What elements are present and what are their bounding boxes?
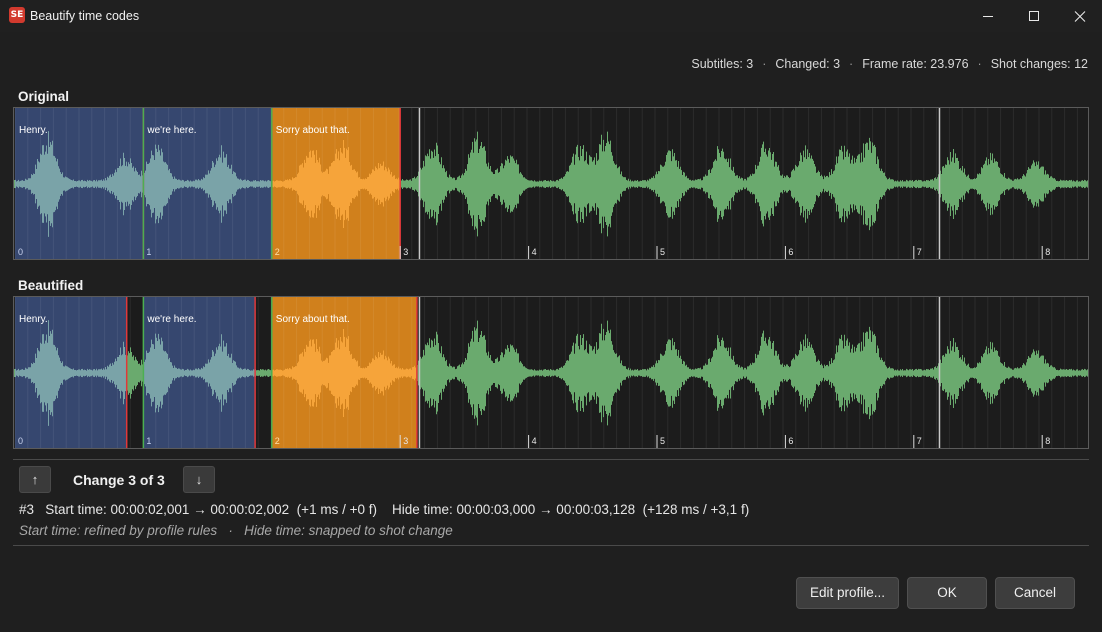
subtitle-index: 0 — [18, 436, 23, 446]
second-label: 7 — [917, 247, 922, 257]
second-label: 4 — [532, 247, 537, 257]
subtitle-text: Sorry about that. — [276, 314, 350, 325]
edit-profile-button[interactable]: Edit profile... — [796, 577, 899, 609]
change-counter: Change 3 of 3 — [73, 472, 165, 488]
subtitle-index: 2 — [275, 247, 280, 257]
second-label: 3 — [403, 436, 408, 446]
second-label: 8 — [1045, 436, 1050, 446]
minimize-button[interactable] — [964, 0, 1010, 32]
close-button[interactable] — [1056, 0, 1102, 32]
beautified-waveform[interactable]: Henry. 0 we're here. 1 Sorry about that. 2 3 4 5… — [13, 296, 1089, 449]
subtitle-index: 1 — [146, 247, 151, 257]
second-label: 7 — [917, 436, 922, 446]
cancel-button[interactable]: Cancel — [995, 577, 1075, 609]
maximize-icon — [1029, 11, 1039, 21]
subtitle-text: we're here. — [146, 314, 196, 325]
changed-count: Changed: 3 — [775, 57, 841, 71]
subtitle-index: 0 — [18, 247, 23, 257]
second-label: 6 — [788, 436, 793, 446]
second-label: 3 — [403, 247, 408, 257]
subtitle-text: Henry. — [19, 314, 48, 325]
next-change-button[interactable]: ↓ — [183, 466, 215, 493]
second-label: 6 — [788, 247, 793, 257]
subtitle-edit-icon: SE — [9, 7, 25, 23]
subtitle-text: Henry. — [19, 125, 48, 136]
second-label: 5 — [660, 436, 665, 446]
second-label: 8 — [1045, 247, 1050, 257]
beautified-waveform-canvas: Henry. 0 we're here. 1 Sorry about that. 2 3 4 5… — [14, 297, 1088, 448]
beautified-label: Beautified — [18, 278, 84, 293]
original-label: Original — [18, 89, 70, 104]
second-label: 4 — [532, 436, 537, 446]
subtitle-index: 2 — [275, 436, 280, 446]
divider — [13, 459, 1089, 460]
title-bar: SE Beautify time codes — [0, 0, 1102, 32]
change-note: Start time: refined by profile rules · H… — [19, 523, 453, 538]
original-waveform[interactable]: Henry. 0 we're here. 1 Sorry about that. 2 3 4 5… — [13, 107, 1089, 260]
second-label: 5 — [660, 247, 665, 257]
arrow-up-icon: ↑ — [31, 472, 39, 487]
change-detail: #3 Start time: 00:00:02,001 → 00:00:02,0… — [19, 502, 750, 517]
divider — [13, 545, 1089, 546]
subtitle-text: we're here. — [146, 125, 196, 136]
subtitle-text: Sorry about that. — [276, 125, 350, 136]
subtitles-count: Subtitles: 3 — [691, 57, 754, 71]
separator: · — [762, 57, 767, 71]
previous-change-button[interactable]: ↑ — [19, 466, 51, 493]
subtitle-index: 1 — [146, 436, 151, 446]
arrow-down-icon: ↓ — [195, 472, 203, 487]
ok-button[interactable]: OK — [907, 577, 987, 609]
close-icon — [1074, 11, 1086, 22]
maximize-button[interactable] — [1010, 0, 1056, 32]
separator: · — [977, 57, 982, 71]
frame-rate: Frame rate: 23.976 — [862, 57, 969, 71]
minimize-icon — [983, 16, 993, 17]
separator: · — [849, 57, 854, 71]
window-title: Beautify time codes — [30, 9, 140, 23]
shot-changes-count: Shot changes: 12 — [990, 57, 1088, 71]
stats-bar: Subtitles: 3 · Changed: 3 · Frame rate: … — [691, 57, 1088, 71]
original-waveform-canvas: Henry. 0 we're here. 1 Sorry about that. 2 3 4 5… — [14, 108, 1088, 259]
